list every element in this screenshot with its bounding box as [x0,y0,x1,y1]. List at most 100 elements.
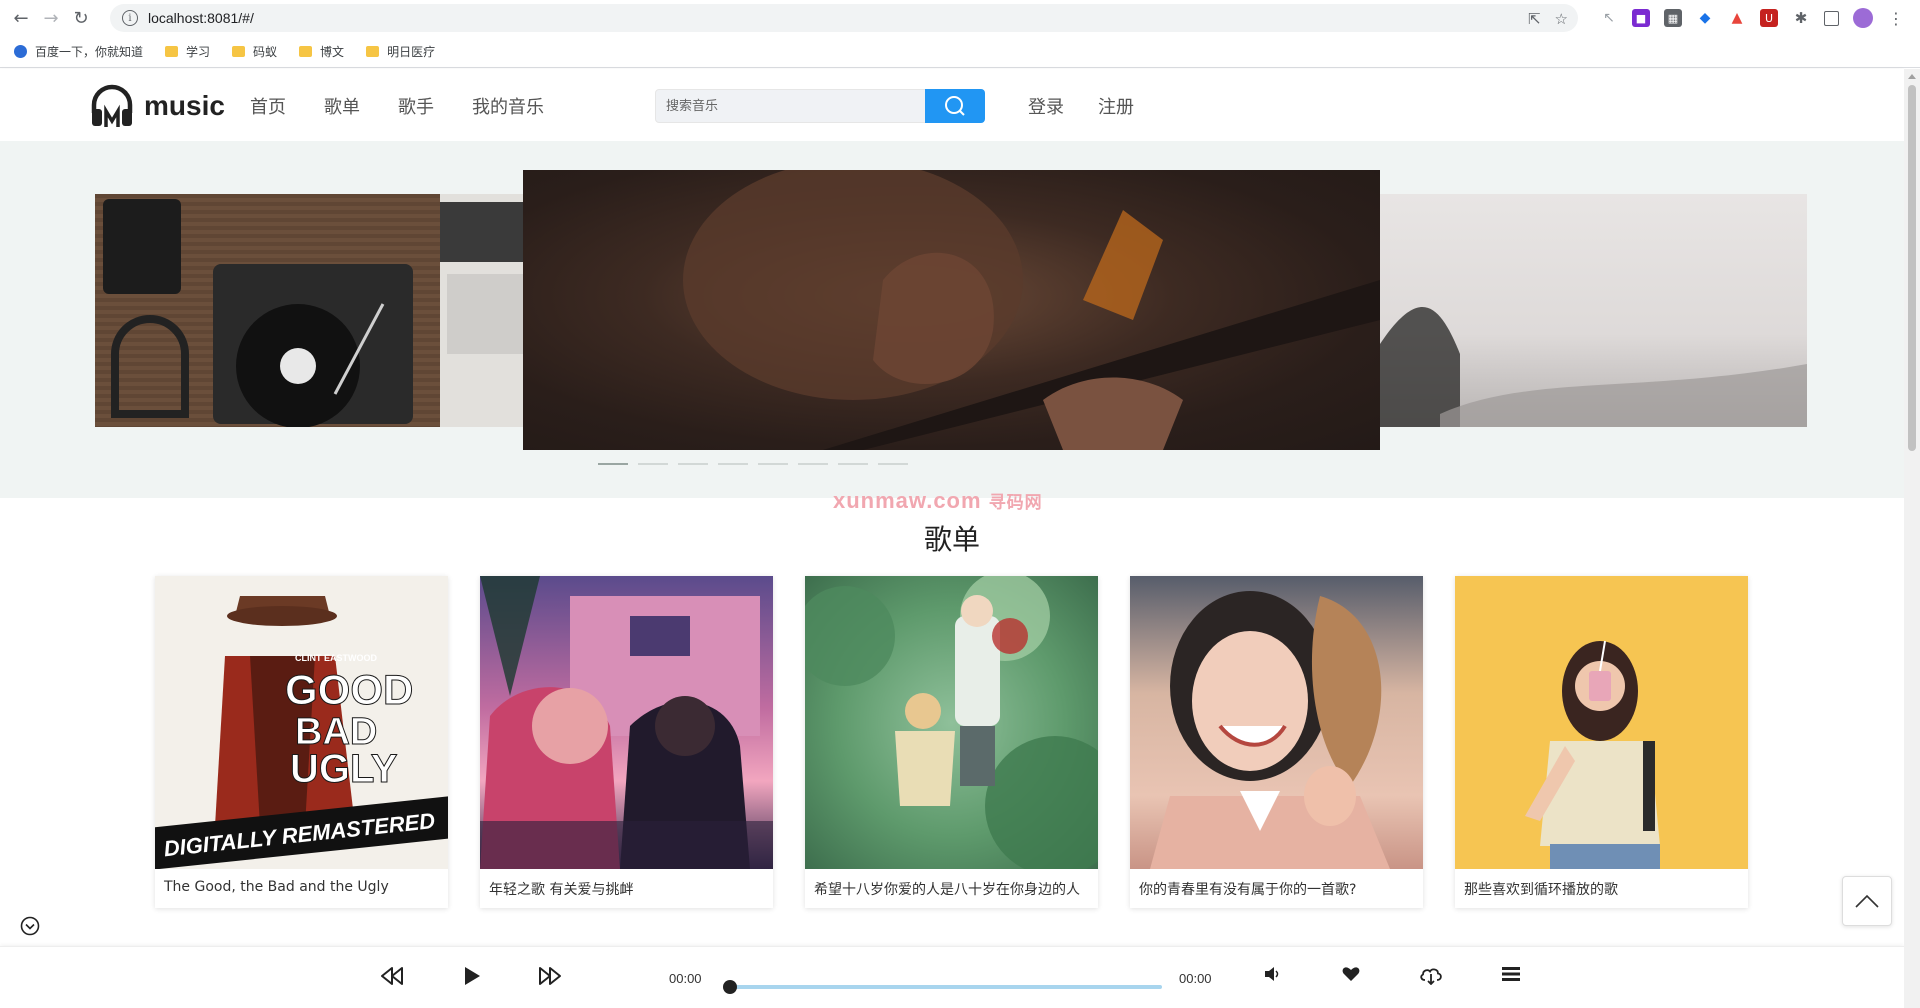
download-button[interactable] [1419,965,1443,985]
profile-avatar-icon[interactable] [1853,8,1873,28]
search-input[interactable] [655,89,927,123]
browser-toolbar: ← → ↻ i localhost:8081/#/ ⇱ ☆ ↖ ■ ▦ ◆ ▲ … [0,0,1920,36]
login-link[interactable]: 登录 [1028,93,1064,119]
heart-icon [1342,967,1360,981]
playlist-card[interactable]: 年轻之歌 有关爱与挑衅 [480,576,773,908]
address-bar[interactable]: i localhost:8081/#/ ⇱ ☆ [110,4,1578,32]
baidu-icon [14,45,27,58]
progress-bar[interactable] [723,980,1162,994]
carousel-dot[interactable] [838,463,868,465]
reload-icon[interactable]: ↻ [66,3,96,33]
shield-extension-icon[interactable]: U [1760,9,1778,27]
folder-icon [299,46,313,57]
auth-links: 登录 注册 [1028,93,1134,119]
scroll-up-arrow-icon[interactable] [1908,74,1916,79]
playlist-cover [805,576,1098,869]
playlist-cover [1130,576,1423,869]
scroll-thumb[interactable] [1908,85,1916,451]
svg-text:UGLY: UGLY [290,747,398,791]
turntable-image [95,194,525,427]
carousel-dot[interactable] [638,463,668,465]
headphones-icon [91,84,133,127]
page-scrollbar[interactable] [1904,69,1920,1008]
purple-extension-icon[interactable]: ■ [1632,9,1650,27]
puzzle-extensions-icon[interactable]: ✱ [1792,9,1810,27]
carousel-indicators [598,463,908,465]
bookmark-star-icon[interactable]: ☆ [1555,10,1568,28]
menu-dots-icon[interactable]: ⋮ [1887,9,1905,28]
nav-playlists[interactable]: 歌单 [324,93,360,119]
fast-forward-icon [539,967,561,985]
playlist-card[interactable]: 你的青春里有没有属于你的一首歌? [1130,576,1423,908]
svg-text:CLINT EASTWOOD: CLINT EASTWOOD [295,653,377,663]
nav-singers[interactable]: 歌手 [398,93,434,119]
site-logo[interactable]: music [88,83,225,129]
forward-icon[interactable]: → [36,3,66,33]
grid-extension-icon[interactable]: ▦ [1664,9,1682,27]
search-button[interactable] [925,89,985,123]
folder-icon [366,46,380,57]
nav-my-music[interactable]: 我的音乐 [472,93,544,119]
nav-home[interactable]: 首页 [250,93,286,119]
collapse-player-button[interactable] [20,916,40,936]
playlist-card[interactable]: 那些喜欢到循环播放的歌 [1455,576,1748,908]
girl-with-drink-photo [1525,640,1660,869]
menu-icon [1502,967,1520,981]
good-bad-ugly-poster: CLINT EASTWOOD GOOD BAD UGLY DIGITALLY R… [155,576,448,869]
playlist-menu-button[interactable] [1501,965,1521,983]
playlist-cover [480,576,773,869]
bookmark-baidu[interactable]: 百度一下，你就知道 [14,43,143,60]
girl-with-leaf-photo [1150,591,1390,869]
site-header: music 首页 歌单 歌手 我的音乐 登录 注册 [0,69,1904,141]
back-icon[interactable]: ← [6,3,36,33]
playlist-title[interactable]: 年轻之歌 有关爱与挑衅 [480,869,773,909]
share-icon[interactable]: ⇱ [1528,10,1541,28]
back-to-top-button[interactable] [1842,876,1892,926]
garden-illustration-cover [805,576,1098,869]
previous-track-button[interactable] [380,965,404,987]
carousel-dot[interactable] [718,463,748,465]
progress-knob[interactable] [723,980,737,994]
playlist-card[interactable]: 希望十八岁你爱的人是八十岁在你身边的人 [805,576,1098,908]
volume-button[interactable] [1263,965,1281,983]
cursor-extension-icon[interactable]: ↖ [1600,9,1618,27]
carousel-dot[interactable] [798,463,828,465]
address-url[interactable]: localhost:8081/#/ [148,10,254,26]
bookmark-folder-study[interactable]: 学习 [165,43,210,60]
music-player-bar: 00:00 00:00 [0,946,1904,1008]
bookmark-folder-bowen[interactable]: 博文 [299,43,344,60]
carousel-slide-prev[interactable] [95,194,525,427]
folder-icon [165,46,179,57]
cloud-download-icon [1420,968,1442,985]
guitar-player-image [683,170,1380,450]
main-nav: 首页 歌单 歌手 我的音乐 [250,93,544,119]
current-time: 00:00 [669,971,702,986]
watermark: xunmaw.com 寻码网 [833,488,1043,513]
playlist-title[interactable]: 你的青春里有没有属于你的一首歌? [1130,869,1423,909]
layers-extension-icon[interactable]: ◆ [1696,9,1714,27]
side-panel-icon[interactable] [1824,10,1839,26]
misty-landscape-image [1380,306,1807,427]
playlist-title[interactable]: The Good, the Bad and the Ugly [155,869,448,905]
register-link[interactable]: 注册 [1098,93,1134,119]
bookmarks-bar: 百度一下，你就知道 学习 码蚁 博文 明日医疗 [0,36,1920,68]
carousel-dot[interactable] [878,463,908,465]
flame-extension-icon[interactable]: ▲ [1728,9,1746,27]
carousel-dot[interactable] [598,463,628,465]
favorite-button[interactable] [1342,965,1360,983]
playlist-card[interactable]: CLINT EASTWOOD GOOD BAD UGLY DIGITALLY R… [155,576,448,908]
next-track-button[interactable] [538,965,562,987]
logo-text: music [144,90,225,121]
playlist-title[interactable]: 希望十八岁你爱的人是八十岁在你身边的人 [805,869,1098,909]
carousel-dot[interactable] [678,463,708,465]
play-button[interactable] [462,965,482,987]
site-info-icon[interactable]: i [122,10,138,26]
carousel-slide-active[interactable] [523,170,1380,450]
playlist-title[interactable]: 那些喜欢到循环播放的歌 [1455,869,1748,909]
playlist-cover [1455,576,1748,869]
carousel-slide-next[interactable] [1380,194,1807,427]
bookmark-folder-mingri[interactable]: 明日医疗 [366,43,435,60]
section-title: 歌单 [923,523,980,556]
bookmark-folder-mayi[interactable]: 码蚁 [232,43,277,60]
carousel-dot[interactable] [758,463,788,465]
